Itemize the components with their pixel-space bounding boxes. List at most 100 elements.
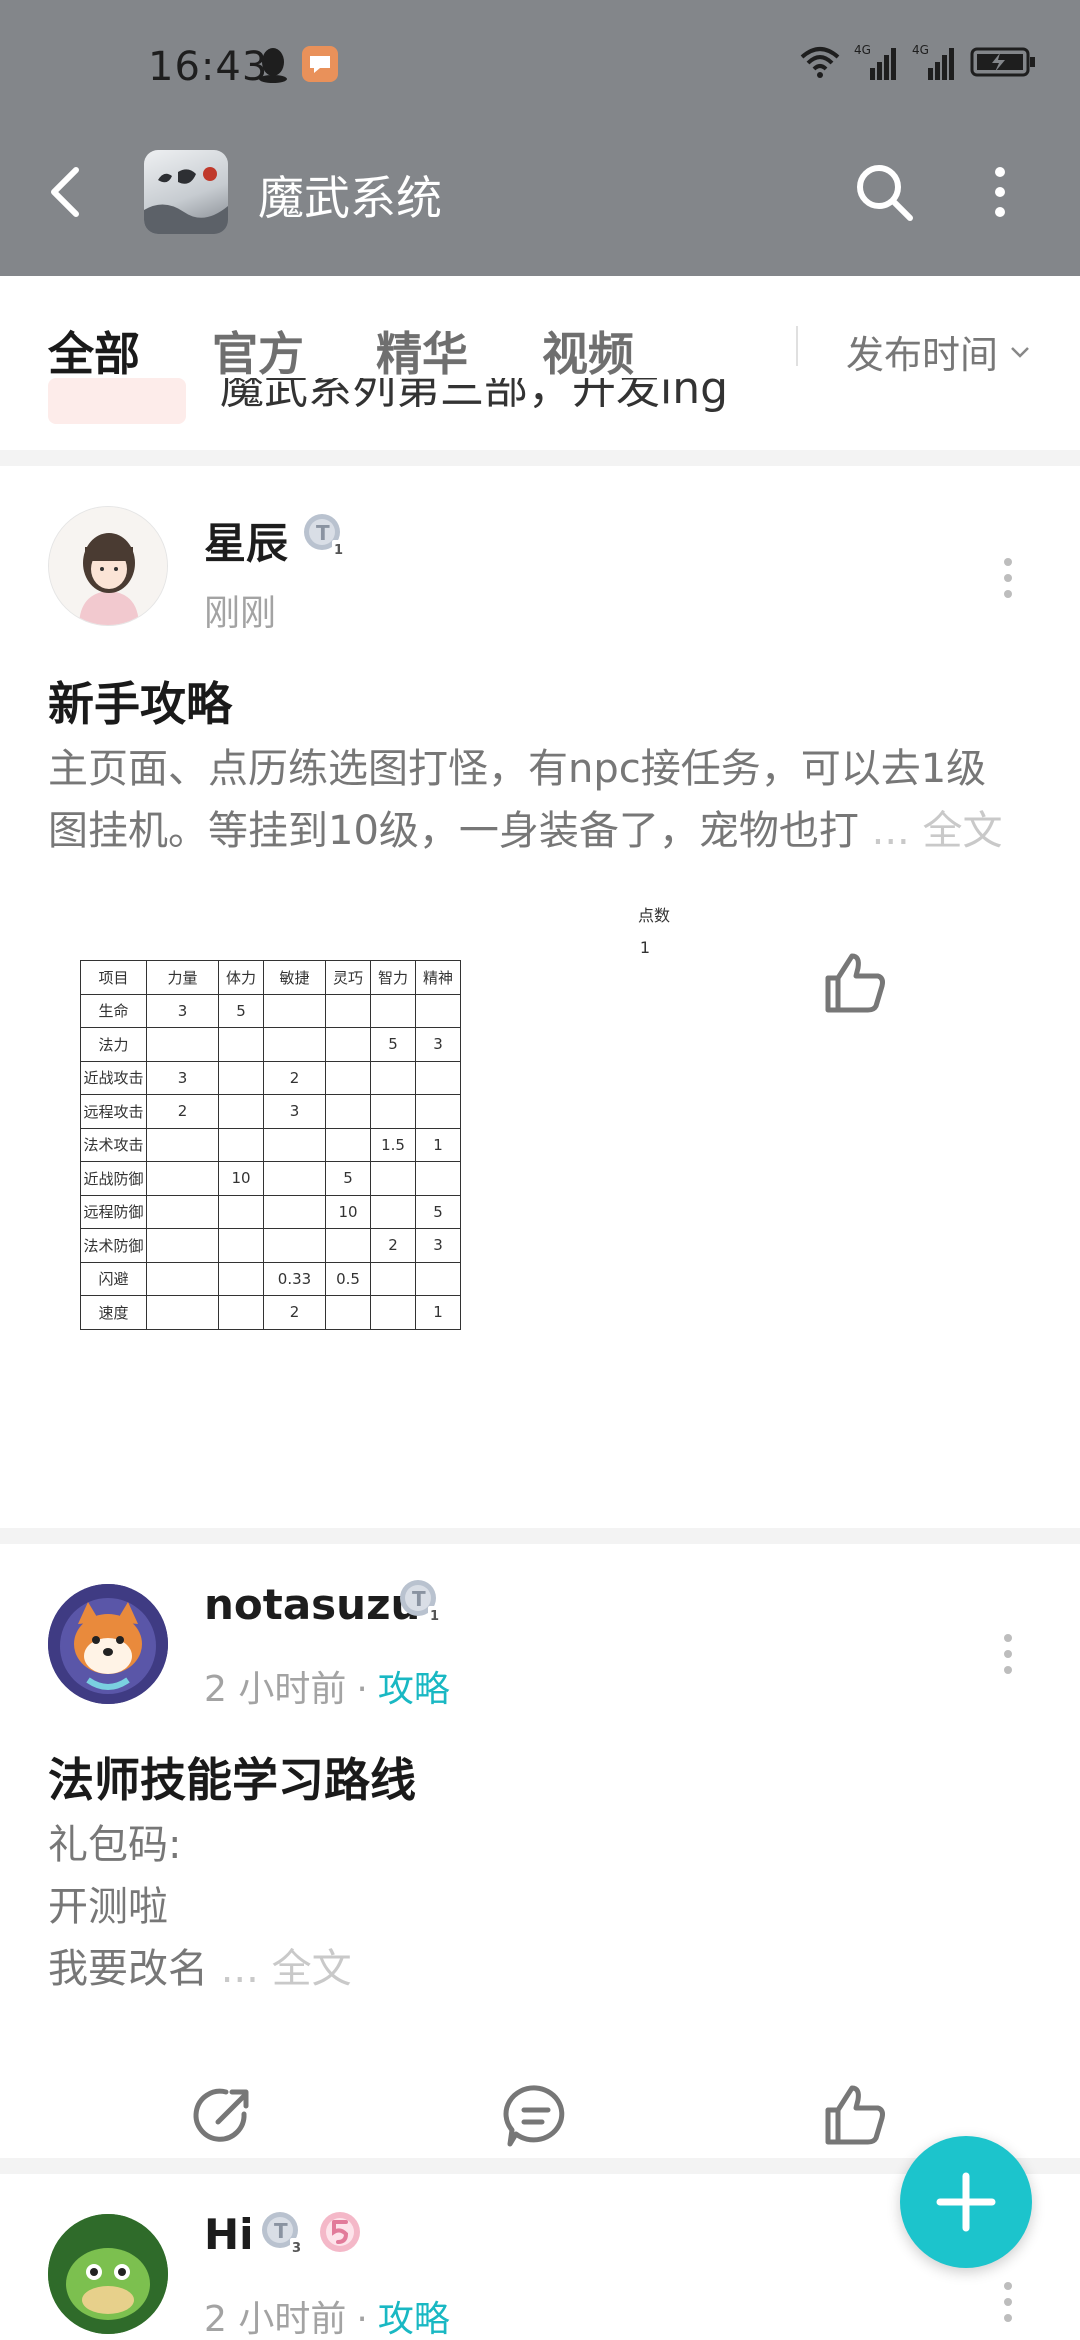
post-title[interactable]: 法师技能学习路线 (48, 1744, 416, 1810)
more-menu-button[interactable] (980, 162, 1020, 222)
author-name[interactable]: 星辰 (204, 510, 288, 571)
comment-icon[interactable] (500, 2080, 572, 2152)
table-cell: 2 (263, 1295, 326, 1330)
table-cell: 体力 (218, 960, 264, 995)
table-cell: 1 (415, 1295, 461, 1330)
table-cell: 精神 (415, 960, 461, 995)
post-time: 刚刚 (204, 593, 277, 634)
table-cell: 近战攻击 (80, 1060, 147, 1095)
partial-post-text: 魔武系列第三部，开发ing (220, 378, 729, 414)
message-notification-icon (302, 46, 338, 82)
table-cell: 项目 (80, 960, 147, 995)
share-icon[interactable] (188, 2080, 260, 2152)
post-excerpt-line: 我要改名 (48, 1946, 208, 1992)
table-cell: 近战防御 (80, 1161, 147, 1196)
post-excerpt[interactable]: 主页面、点历练选图打怪，有npc接任务，可以去1级 图挂机。等挂到10级，一身装… (48, 738, 1038, 862)
status-time: 16:43 (148, 44, 269, 90)
table-row: 远程攻击 2 3 (80, 1094, 461, 1129)
signal-4g-icon-2: 4G (912, 43, 954, 80)
back-button[interactable] (40, 162, 92, 222)
table-cell: 1 (415, 1127, 461, 1162)
table-cell (263, 1161, 326, 1196)
table-cell: 2 (263, 1060, 326, 1095)
like-icon[interactable] (820, 948, 892, 1020)
table-cell (218, 1127, 264, 1162)
read-more-link[interactable]: ... 全文 (221, 1946, 352, 1992)
tab-video[interactable]: 视频 (542, 318, 634, 384)
points-label: 点数 (637, 906, 670, 925)
girl-avatar-icon (49, 507, 167, 625)
table-cell (415, 1060, 461, 1095)
partial-post-row[interactable]: 魔武系列第三部，开发ing (0, 378, 1080, 448)
post-excerpt-line: 主页面、点历练选图打怪，有npc接任务，可以去1级 (48, 746, 987, 792)
tab-divider (796, 326, 798, 366)
wifi-icon (800, 47, 840, 78)
tab-official[interactable]: 官方 (212, 318, 304, 384)
avatar[interactable] (48, 506, 168, 626)
table-cell (263, 1127, 326, 1162)
table-cell (146, 1261, 219, 1296)
post-meta: 刚刚 (204, 584, 276, 636)
table-row: 近战攻击 3 2 (80, 1060, 461, 1095)
table-cell: 法力 (80, 1027, 147, 1062)
table-cell (325, 1228, 371, 1263)
table-row: 生命 3 5 (80, 993, 461, 1028)
search-button[interactable] (852, 160, 916, 224)
post-tag[interactable]: 攻略 (378, 1669, 450, 1710)
table-cell: 2 (370, 1228, 416, 1263)
table-cell: 3 (415, 1228, 461, 1263)
table-cell (146, 1295, 219, 1330)
table-cell: 1.5 (370, 1127, 416, 1162)
post-title[interactable]: 新手攻略 (48, 668, 232, 734)
avatar[interactable] (48, 1584, 168, 1704)
level-number: 3 (292, 2241, 301, 2256)
table-cell (325, 1127, 371, 1162)
table-row: 速度 2 1 (80, 1295, 461, 1330)
page-title: 魔武系统 (258, 171, 442, 225)
post-excerpt[interactable]: 礼包码: 开测啦 我要改名 ... 全文 (48, 1814, 1038, 2000)
table-cell (263, 1027, 326, 1062)
table-cell (325, 1094, 371, 1129)
table-cell: 速度 (80, 1295, 147, 1330)
tab-all[interactable]: 全部 (48, 318, 140, 384)
table-cell: 力量 (146, 960, 219, 995)
post-time: 2 小时前 (204, 1669, 347, 1710)
table-cell: 10 (218, 1161, 264, 1196)
svg-text:T: T (316, 521, 330, 545)
table-cell (370, 1060, 416, 1095)
table-cell: 3 (263, 1094, 326, 1129)
post-more-button[interactable] (998, 2274, 1018, 2334)
tab-featured[interactable]: 精华 (376, 318, 468, 384)
level-badge-icon: T 1 (304, 514, 344, 558)
post-card[interactable]: notasuzu T 1 2 小时前 · 攻略 法师技能学习路线 礼包码: 开测啦 … (0, 1544, 1080, 2158)
table-cell (415, 1161, 461, 1196)
post-time: 2 小时前 (204, 2299, 347, 2340)
table-cell (263, 1194, 326, 1229)
table-cell: 敏捷 (263, 960, 326, 995)
app-logo[interactable] (144, 150, 228, 234)
post-more-button[interactable] (998, 1626, 1018, 1686)
author-name[interactable]: Hi (204, 2210, 254, 2259)
table-cell: 生命 (80, 993, 147, 1028)
post-excerpt-line: 礼包码: (48, 1822, 182, 1868)
table-cell: 5 (325, 1161, 371, 1196)
plus-icon (936, 2172, 996, 2232)
table-cell: 远程防御 (80, 1194, 147, 1229)
table-cell: 5 (218, 993, 264, 1028)
like-icon[interactable] (820, 2080, 892, 2152)
table-cell (218, 1194, 264, 1229)
author-name[interactable]: notasuzu (204, 1580, 420, 1629)
post-more-button[interactable] (998, 550, 1018, 610)
table-cell (370, 1161, 416, 1196)
avatar[interactable] (48, 2214, 168, 2334)
table-cell: 5 (415, 1194, 461, 1229)
level-badge-icon: T 3 (262, 2212, 302, 2256)
partial-badge (48, 378, 186, 424)
post-tag[interactable]: 攻略 (378, 2299, 450, 2340)
sort-dropdown[interactable]: 发布时间 (846, 324, 1030, 379)
app-bar: 16:43 4G 4G 魔武系统 (0, 0, 1080, 276)
post-image[interactable]: 点数 1 项目 力量 体力 敏捷 灵巧 智力 精神 生命 3 5 法力 5 3 近战攻击 3 2 远程攻击 2 3 法… (74, 896, 698, 1348)
read-more-link[interactable]: ... 全文 (872, 808, 1003, 854)
create-post-button[interactable] (900, 2136, 1032, 2268)
table-cell (218, 1228, 264, 1263)
